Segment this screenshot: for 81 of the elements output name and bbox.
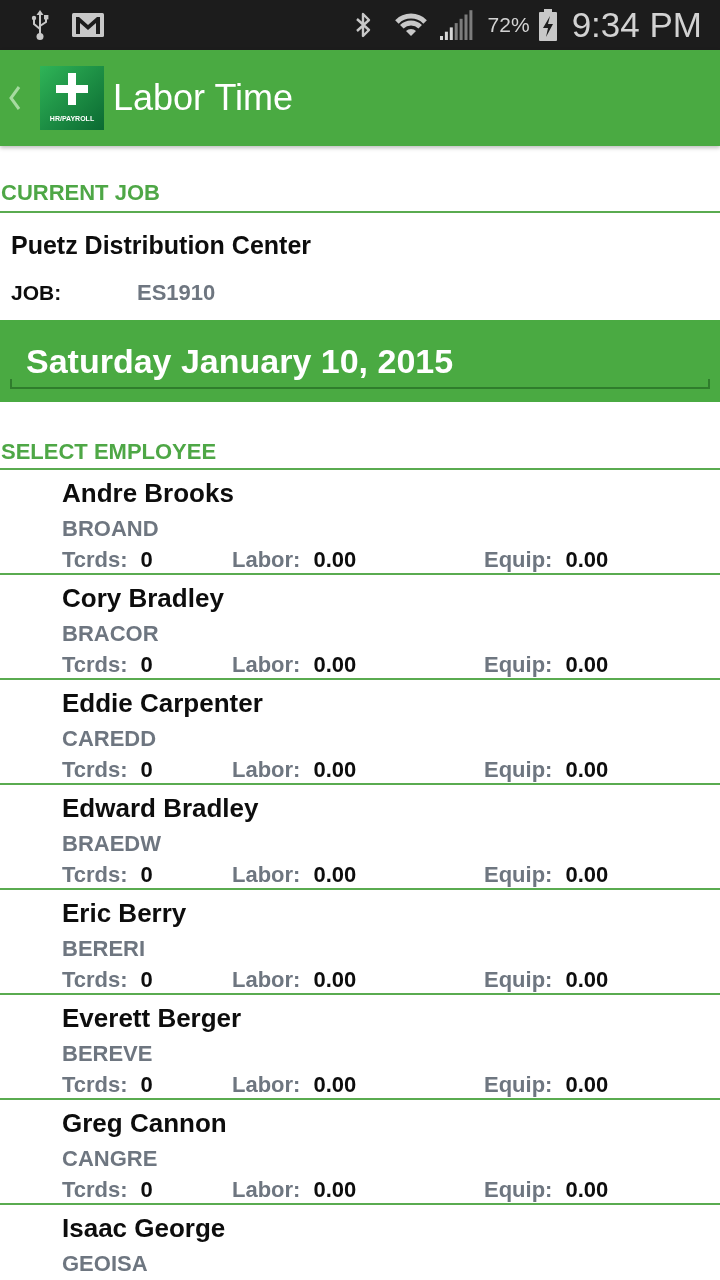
stat-value: 0.00 [565,546,609,573]
stat-value: 0.00 [313,546,357,573]
stat-label: Equip: [484,1176,553,1203]
stat-label: Equip: [484,756,553,783]
employee-code: GEOISA [62,1252,149,1276]
employee-row[interactable]: Greg Cannon CANGRE Tcrds: 0 Labor: 0.00 Equip: 0.00 [0,1100,720,1205]
stat-label: Equip: [484,1071,553,1098]
signal-icon [439,10,474,40]
screen-title: Labor Time [113,77,294,119]
employee-row[interactable]: Cory Bradley BRACOR Tcrds: 0 Labor: 0.00 Equip: 0.00 [0,575,720,680]
stat-value: 0 [140,651,153,678]
battery-charging-icon [537,9,558,41]
employee-row[interactable]: Edward Bradley BRAEDW Tcrds: 0 Labor: 0.00 Equip: 0.00 [0,785,720,890]
stat-label: Equip: [484,966,553,993]
stat-label: Tcrds: [62,651,128,678]
stat-label: Labor: [232,651,301,678]
stat-value: 0 [140,546,153,573]
stat-value: 0 [140,1071,153,1098]
clock: 9:34 PM [571,5,702,45]
stat-label: Labor: [232,1176,301,1203]
wifi-icon [393,13,428,37]
stat-value: 0 [140,966,153,993]
job-name: Puetz Distribution Center [10,230,312,261]
stat-value: 0 [140,1176,153,1203]
stat-label: Tcrds: [62,546,128,573]
stat-value: 0.00 [565,1071,609,1098]
employee-name: Eddie Carpenter [62,687,264,719]
job-number: ES1910 [137,279,216,307]
employee-name: Greg Cannon [62,1107,228,1139]
employee-code: CAREDD [62,727,158,751]
employee-row[interactable]: Everett Berger BEREVE Tcrds: 0 Labor: 0.00 Equip: 0.00 [0,995,720,1100]
stat-value: 0.00 [313,966,357,993]
employee-code: BERERI [62,937,147,961]
employee-name: Isaac George [62,1212,227,1244]
battery-percent: 72% [487,13,530,37]
stat-value: 0.00 [565,861,609,888]
stat-value: 0.00 [313,1176,357,1203]
stat-label: Labor: [232,756,301,783]
stat-label: Equip: [484,546,553,573]
employee-row[interactable]: Eddie Carpenter CAREDD Tcrds: 0 Labor: 0.00 Equip: 0.00 [0,680,720,785]
job-label: JOB: [11,280,63,306]
plus-icon [56,73,88,105]
employee-row[interactable]: Eric Berry BERERI Tcrds: 0 Labor: 0.00 Equip: 0.00 [0,890,720,995]
stat-label: Tcrds: [62,966,128,993]
employee-name: Andre Brooks [62,477,235,509]
employee-name: Edward Bradley [62,792,260,824]
stat-label: Labor: [232,861,301,888]
back-icon[interactable] [8,85,22,111]
stat-label: Tcrds: [62,1071,128,1098]
stat-value: 0.00 [313,651,357,678]
stat-value: 0.00 [565,966,609,993]
section-heading: SELECT EMPLOYEE [0,402,720,470]
stat-value: 0.00 [565,756,609,783]
usb-icon [30,10,50,40]
employee-row[interactable]: Andre Brooks BROAND Tcrds: 0 Labor: 0.00 Equip: 0.00 [0,470,720,575]
employee-code: BEREVE [62,1042,154,1066]
stat-value: 0 [140,756,153,783]
stat-label: Tcrds: [62,756,128,783]
section-heading: CURRENT JOB [0,146,720,213]
employee-code: BRACOR [62,622,160,646]
stat-label: Tcrds: [62,1176,128,1203]
employee-code: CANGRE [62,1147,159,1171]
stat-label: Equip: [484,861,553,888]
employee-name: Everett Berger [62,1002,243,1034]
stat-label: Labor: [232,966,301,993]
stat-value: 0.00 [313,756,357,783]
stat-value: 0.00 [313,861,357,888]
stat-value: 0.00 [565,1176,609,1203]
employee-row[interactable]: Isaac George GEOISA [0,1205,720,1278]
stat-label: Labor: [232,546,301,573]
employee-name: Cory Bradley [62,582,225,614]
stat-label: Tcrds: [62,861,128,888]
employee-name: Eric Berry [62,897,188,929]
stat-label: Labor: [232,1071,301,1098]
employee-code: BROAND [62,517,160,541]
employee-code: BRAEDW [62,832,162,856]
stat-value: 0 [140,861,153,888]
stat-label: Equip: [484,651,553,678]
stat-value: 0.00 [565,651,609,678]
stat-value: 0.00 [313,1071,357,1098]
mail-icon [72,13,104,37]
